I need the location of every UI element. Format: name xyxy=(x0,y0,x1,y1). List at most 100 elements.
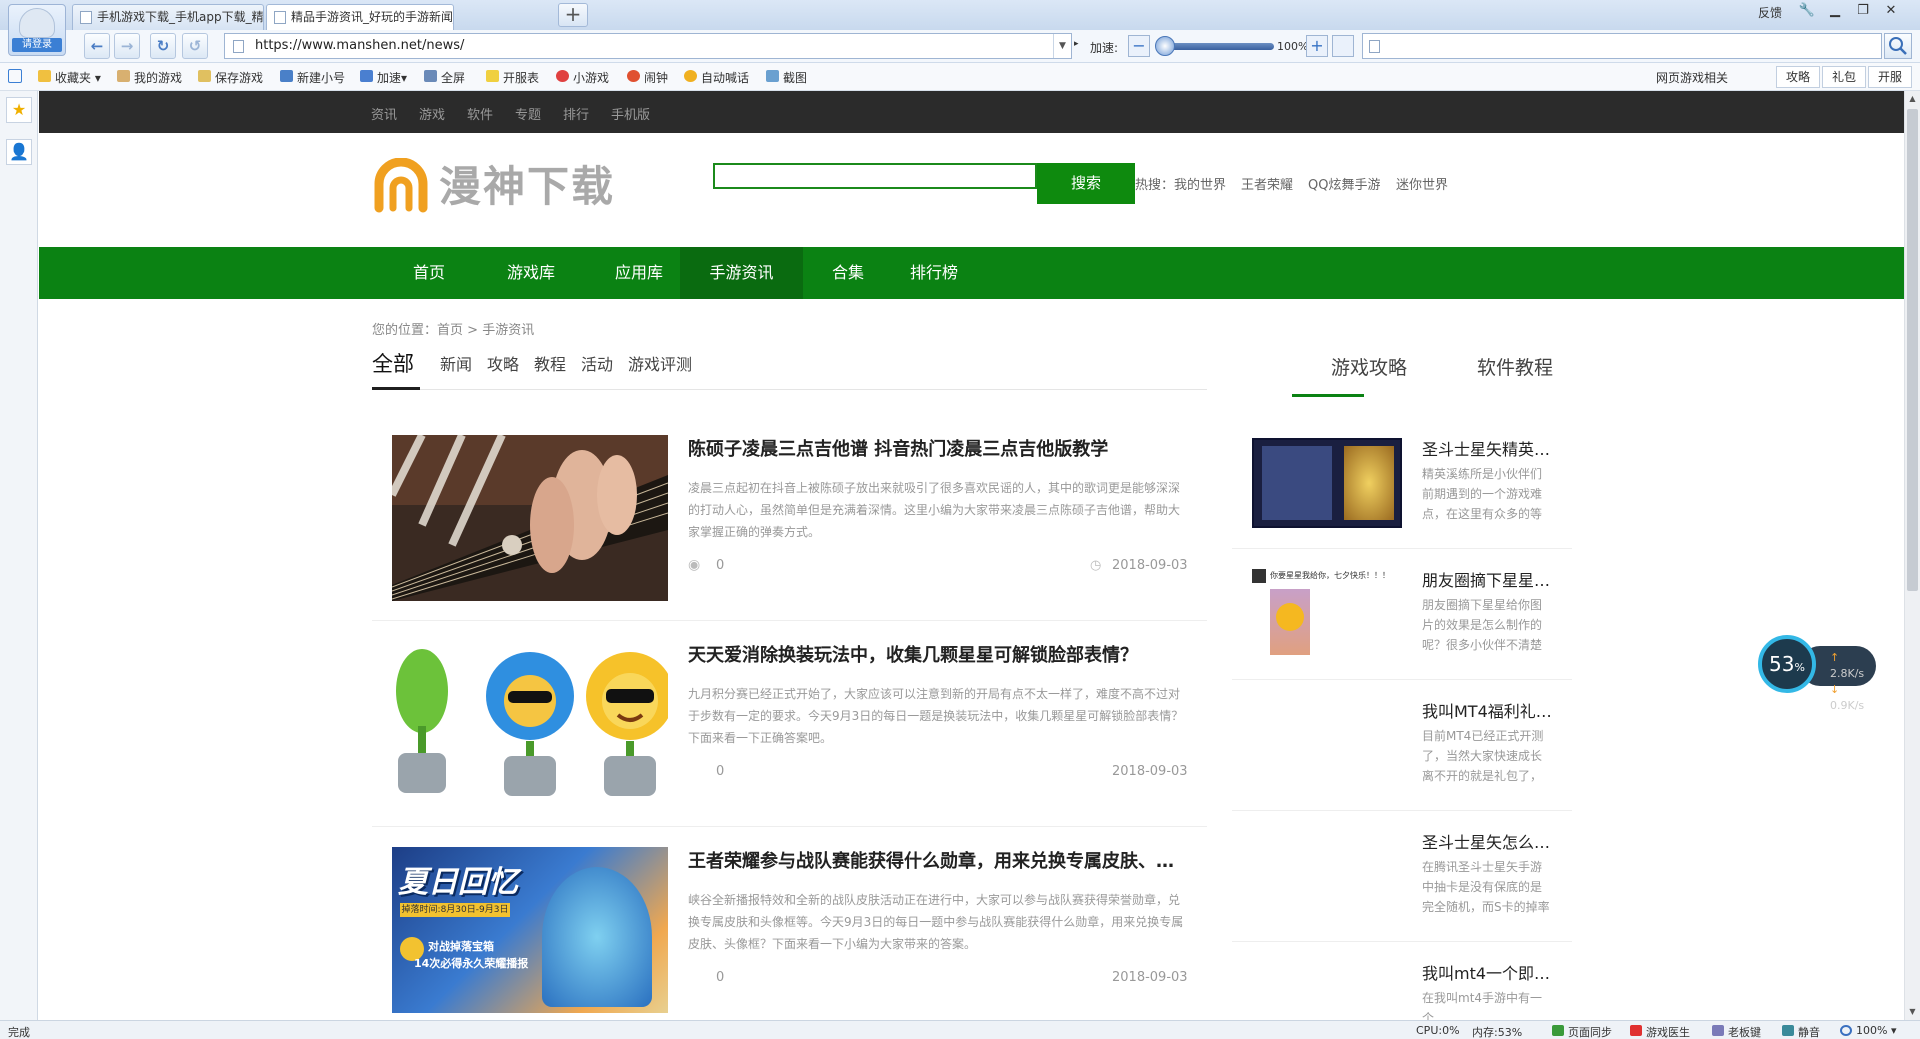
game-doctor-button[interactable]: 游戏医生 xyxy=(1630,1024,1690,1039)
mainnav-collections[interactable]: 合集 xyxy=(808,247,888,299)
bookmark-fullscreen[interactable]: 全屏 xyxy=(424,69,465,86)
tab-software-tutorials[interactable]: 软件教程 xyxy=(1477,353,1553,380)
user-login-box[interactable]: 请登录 xyxy=(8,4,66,56)
topnav-ranking[interactable]: 排行 xyxy=(563,104,589,123)
guide-button[interactable]: 攻略 xyxy=(1776,66,1820,88)
bookmark-new-account[interactable]: 新建小号 xyxy=(280,69,345,86)
hot-term[interactable]: 王者荣耀 xyxy=(1241,174,1293,193)
article-item[interactable]: 陈硕子凌晨三点吉他谱 抖音热门凌晨三点吉他版教学 凌晨三点起初在抖音上被陈硕子放… xyxy=(372,415,1207,621)
site-search-input[interactable] xyxy=(713,163,1037,189)
mainnav-home[interactable]: 首页 xyxy=(389,247,469,299)
side-list-item[interactable]: 圣斗士星矢精英… 精英溪练所是小伙伴们前期遇到的一个游戏难点，在这里有众多的等 xyxy=(1232,418,1572,549)
mainnav-game-library[interactable]: 游戏库 xyxy=(486,247,576,299)
honor-of-kings-image[interactable]: 夏日回忆 掉落时间:8月30日-9月3日 对战掉落宝箱 14次必得永久荣耀播报 xyxy=(392,847,668,1013)
scroll-down-icon[interactable]: ▼ xyxy=(1905,1004,1920,1020)
refresh-icon[interactable]: ↻ xyxy=(150,33,176,59)
side-list-item[interactable]: 我叫MT4福利礼… 目前MT4已经正式开测了，当然大家快速成长离不开的就是礼包了… xyxy=(1232,680,1572,811)
filter-news[interactable]: 新闻 xyxy=(440,351,472,375)
server-button[interactable]: 开服 xyxy=(1868,66,1912,88)
side-list-item[interactable]: 圣斗士星矢怎么… 在腾讯圣斗士星矢手游中抽卡是没有保底的是完全随机，而S卡的掉率 xyxy=(1232,811,1572,942)
guitar-image[interactable] xyxy=(392,435,668,601)
bookmark-accelerate[interactable]: 加速▾ xyxy=(360,69,407,86)
browser-search-input[interactable] xyxy=(1362,33,1882,59)
login-label[interactable]: 请登录 xyxy=(12,38,62,52)
filter-guides[interactable]: 攻略 xyxy=(487,351,519,375)
topnav-games[interactable]: 游戏 xyxy=(419,104,445,123)
boss-key-button[interactable]: 老板键 xyxy=(1712,1024,1761,1039)
back-icon[interactable]: ← xyxy=(84,33,110,59)
star-icon[interactable]: ★ xyxy=(6,97,32,123)
side-item-title[interactable]: 圣斗士星矢精英… xyxy=(1422,436,1557,460)
topnav-mobile[interactable]: 手机版 xyxy=(611,104,650,123)
side-item-title[interactable]: 我叫mt4一个即… xyxy=(1422,960,1557,984)
side-list-item[interactable]: 我叫mt4一个即… 在我叫mt4手游中有一个 xyxy=(1232,942,1572,1020)
logo-text[interactable]: 漫神下载 xyxy=(439,153,615,214)
scrollbar-thumb[interactable] xyxy=(1907,109,1918,591)
stop-icon[interactable]: ↺ xyxy=(182,33,208,59)
memory-usage-badge[interactable]: 53% xyxy=(1758,635,1816,693)
restore-icon[interactable]: ❐ xyxy=(1850,2,1876,20)
tools-icon[interactable]: 🔧 xyxy=(1794,2,1820,20)
flower-emoji-image[interactable] xyxy=(392,641,668,807)
new-tab-button[interactable]: + xyxy=(558,3,588,27)
topnav-news[interactable]: 资讯 xyxy=(371,104,397,123)
feedback-link[interactable]: 反馈 xyxy=(1758,4,1782,21)
saint-seiya-image[interactable] xyxy=(1252,438,1402,528)
hot-term[interactable]: 我的世界 xyxy=(1174,174,1226,193)
bookmark-save-games[interactable]: 保存游戏 xyxy=(198,69,263,86)
bookmark-alarm[interactable]: 闹钟 xyxy=(627,69,668,86)
speed-increase-button[interactable]: + xyxy=(1306,35,1328,57)
tab-game-guides[interactable]: 游戏攻略 xyxy=(1331,353,1407,380)
bookmark-server-list[interactable]: 开服表 xyxy=(486,69,539,86)
speed-decrease-button[interactable]: − xyxy=(1128,35,1150,57)
chevron-right-icon[interactable]: ▸ xyxy=(1074,39,1079,49)
bookmark-mini-games[interactable]: 小游戏 xyxy=(556,69,609,86)
tab-news[interactable]: 精品手游资讯_好玩的手游新闻_… xyxy=(266,4,454,30)
tab-games-download[interactable]: 手机游戏下载_手机app下载_精… xyxy=(72,4,264,30)
minimize-icon[interactable]: ▁ xyxy=(1822,2,1848,20)
vertical-scrollbar[interactable]: ▲ ▼ xyxy=(1904,91,1920,1020)
topnav-software[interactable]: 软件 xyxy=(467,104,493,123)
article-item[interactable]: 天天爱消除换装玩法中，收集几颗星星可解锁脸部表情？ 九月积分赛已经正式开始了，大… xyxy=(372,621,1207,827)
bookmark-screenshot[interactable]: 截图 xyxy=(766,69,807,86)
moments-star-image[interactable]: 你要星星我给你，七夕快乐！！！ xyxy=(1252,569,1402,659)
scroll-up-icon[interactable]: ▲ xyxy=(1905,91,1920,107)
user-icon[interactable]: 👤 xyxy=(6,139,32,165)
breadcrumb-current[interactable]: 手游资讯 xyxy=(482,323,534,338)
mainnav-app-library[interactable]: 应用库 xyxy=(594,247,684,299)
article-title[interactable]: 王者荣耀参与战队赛能获得什么勋章，用来兑换专属皮肤、… xyxy=(688,847,1188,873)
article-item[interactable]: 夏日回忆 掉落时间:8月30日-9月3日 对战掉落宝箱 14次必得永久荣耀播报 … xyxy=(372,827,1207,1020)
filter-reviews[interactable]: 游戏评测 xyxy=(628,351,692,375)
bookmark-favorites[interactable]: 收藏夹 ▾ xyxy=(38,69,101,86)
bookmark-my-games[interactable]: 我的游戏 xyxy=(117,69,182,86)
page-sync-button[interactable]: 页面同步 xyxy=(1552,1024,1612,1039)
side-item-title[interactable]: 圣斗士星矢怎么… xyxy=(1422,829,1557,853)
close-icon[interactable]: ✕ xyxy=(1878,2,1904,20)
hot-term[interactable]: QQ炫舞手游 xyxy=(1308,174,1380,193)
side-item-title[interactable]: 我叫MT4福利礼… xyxy=(1422,698,1557,722)
speed-slider-handle[interactable] xyxy=(1155,36,1175,56)
topnav-topics[interactable]: 专题 xyxy=(515,104,541,123)
chevron-down-icon[interactable]: ▼ xyxy=(1053,34,1071,58)
logo-icon[interactable] xyxy=(373,158,429,214)
mute-button[interactable]: 静音 xyxy=(1782,1024,1820,1039)
site-search-button[interactable]: 搜索 xyxy=(1037,163,1135,204)
side-item-title[interactable]: 朋友圈摘下星星… xyxy=(1422,567,1557,591)
account-icon[interactable] xyxy=(1332,35,1354,57)
mainnav-rankings[interactable]: 排行榜 xyxy=(889,247,979,299)
side-list-item[interactable]: 你要星星我给你，七夕快乐！！！ 朋友圈摘下星星… 朋友圈摘下星星给你图片的效果是… xyxy=(1232,549,1572,680)
url-field[interactable]: https://www.manshen.net/news/ ▼ xyxy=(224,33,1072,59)
mainnav-mobile-news[interactable]: 手游资讯 xyxy=(680,247,803,299)
hot-term[interactable]: 迷你世界 xyxy=(1396,174,1448,193)
gift-button[interactable]: 礼包 xyxy=(1822,66,1866,88)
zoom-control[interactable]: 100% ▾ xyxy=(1840,1024,1896,1037)
article-title[interactable]: 陈硕子凌晨三点吉他谱 抖音热门凌晨三点吉他版教学 xyxy=(688,435,1188,461)
breadcrumb-home[interactable]: 首页 xyxy=(437,323,463,338)
forward-icon[interactable]: → xyxy=(114,33,140,59)
filter-events[interactable]: 活动 xyxy=(581,351,613,375)
bookmark-auto-shout[interactable]: 自动喊话 xyxy=(684,69,749,86)
filter-all[interactable]: 全部 xyxy=(372,348,414,378)
filter-tutorials[interactable]: 教程 xyxy=(534,351,566,375)
article-title[interactable]: 天天爱消除换装玩法中，收集几颗星星可解锁脸部表情？ xyxy=(688,641,1188,667)
search-icon[interactable] xyxy=(1884,33,1912,59)
